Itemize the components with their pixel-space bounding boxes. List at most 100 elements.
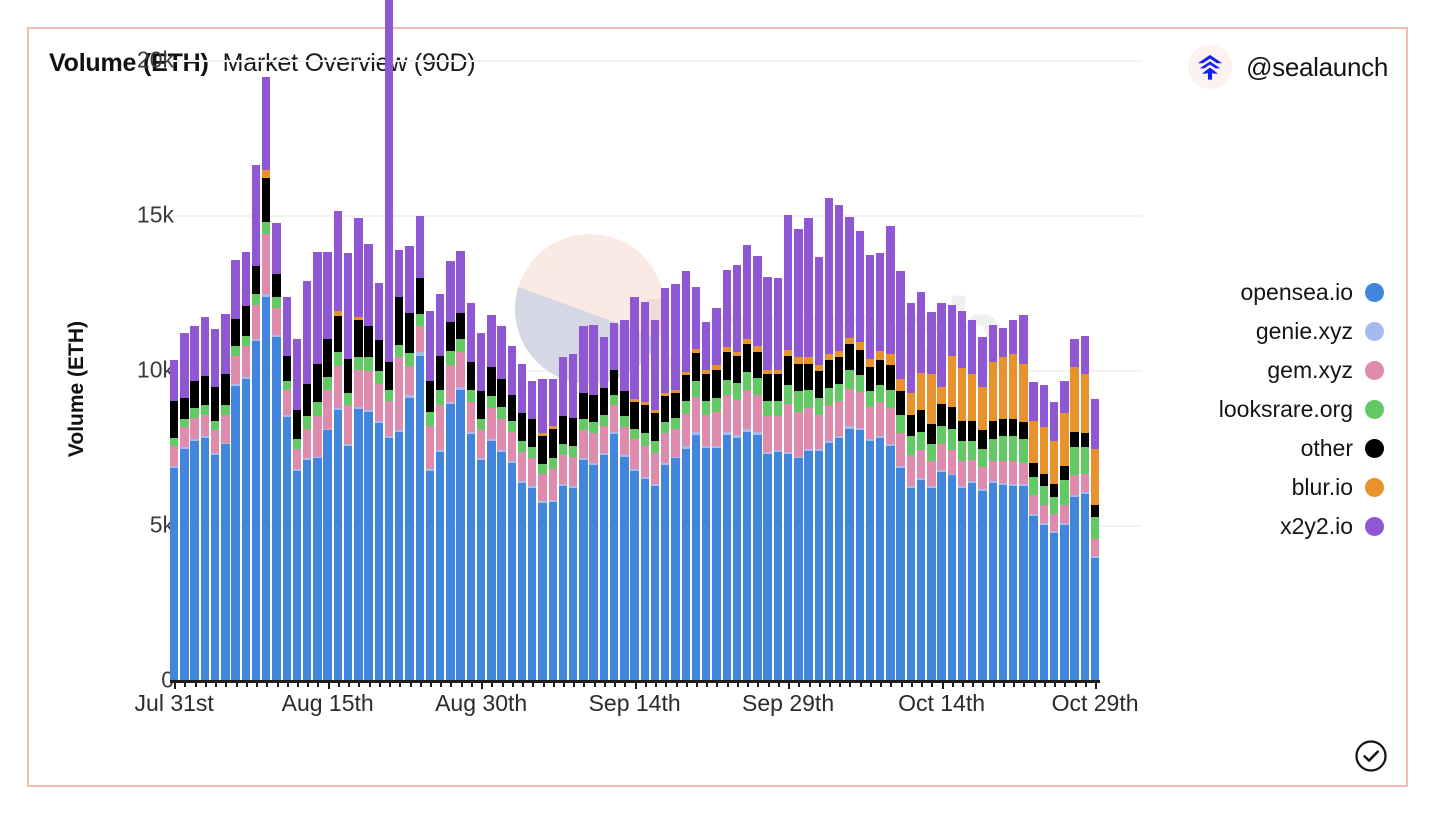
chart-bar[interactable] (487, 315, 496, 680)
chart-bar[interactable] (927, 312, 936, 680)
chart-bar[interactable] (221, 313, 230, 680)
chart-bar[interactable] (763, 276, 772, 680)
chart-bar[interactable] (569, 354, 578, 680)
chart-bar[interactable] (333, 210, 343, 680)
chart-bar[interactable] (681, 271, 690, 680)
chart-bar[interactable] (231, 259, 240, 680)
chart-bar[interactable] (507, 346, 517, 680)
chart-bar[interactable] (466, 303, 476, 680)
chart-bar[interactable] (855, 230, 864, 680)
chart-bar[interactable] (650, 320, 660, 680)
chart-bar[interactable] (323, 251, 332, 680)
bar-segment-genie-xyz (722, 432, 731, 436)
chart-bar[interactable] (343, 253, 353, 680)
chart-bar[interactable] (456, 250, 465, 680)
chart-bar[interactable] (998, 327, 1008, 680)
chart-bar[interactable] (1070, 338, 1079, 680)
legend-item-x2y2-io[interactable]: x2y2.io (1154, 507, 1384, 546)
chart-bar[interactable] (875, 253, 885, 680)
chart-bar[interactable] (845, 216, 854, 680)
chart-bar[interactable] (251, 165, 261, 680)
chart-bar[interactable] (210, 329, 220, 680)
chart-bar[interactable] (180, 332, 189, 680)
chart-bar[interactable] (558, 357, 568, 680)
chart-bar[interactable] (947, 304, 956, 680)
chart-bar[interactable] (1029, 382, 1038, 680)
chart-bar[interactable] (937, 303, 946, 680)
chart-bar[interactable] (824, 197, 834, 680)
chart-bar[interactable] (691, 286, 701, 680)
chart-bar[interactable] (374, 282, 383, 680)
chart-bar[interactable] (671, 284, 680, 680)
chart-bar[interactable] (282, 296, 291, 680)
chart-bar[interactable] (272, 223, 281, 680)
chart-bar[interactable] (783, 214, 793, 680)
chart-bar[interactable] (835, 205, 844, 680)
chart-bar[interactable] (661, 287, 670, 680)
legend-item-gem-xyz[interactable]: gem.xyz (1154, 351, 1384, 390)
chart-bar[interactable] (804, 217, 813, 680)
chart-bar[interactable] (446, 261, 455, 680)
chart-bar[interactable] (497, 326, 506, 680)
chart-bar[interactable] (773, 278, 783, 680)
chart-bar[interactable] (742, 244, 752, 680)
bar-segment-looksrare-org (1080, 447, 1089, 474)
chart-bar[interactable] (1090, 399, 1100, 680)
chart-bar[interactable] (968, 320, 977, 680)
chart-bar[interactable] (732, 264, 742, 680)
chart-bar[interactable] (906, 303, 916, 680)
chart-bar[interactable] (292, 338, 302, 680)
chart-bar[interactable] (1060, 380, 1069, 680)
legend-item-genie-xyz[interactable]: genie.xyz (1154, 312, 1384, 351)
chart-bar[interactable] (640, 301, 650, 680)
chart-bar[interactable] (538, 379, 547, 680)
chart-bar[interactable] (1080, 335, 1089, 680)
chart-bar[interactable] (814, 256, 823, 680)
chart-bar[interactable] (528, 380, 537, 680)
chart-bar[interactable] (436, 293, 445, 680)
legend-item-blur-io[interactable]: blur.io (1154, 468, 1384, 507)
chart-bar[interactable] (1039, 385, 1049, 680)
chart-bar[interactable] (354, 217, 363, 680)
chart-bar[interactable] (1019, 315, 1028, 680)
chart-bar[interactable] (1008, 320, 1018, 680)
chart-bar[interactable] (865, 255, 875, 680)
chart-bar[interactable] (262, 77, 271, 680)
chart-bar[interactable] (916, 292, 926, 680)
chart-bar[interactable] (579, 326, 588, 680)
chart-bar[interactable] (170, 360, 179, 680)
chart-bar[interactable] (886, 225, 895, 680)
chart-bar[interactable] (405, 246, 414, 680)
chart-bar[interactable] (702, 321, 711, 680)
chart-bar[interactable] (609, 323, 619, 680)
chart-bar[interactable] (957, 310, 967, 680)
chart-bar[interactable] (425, 310, 435, 680)
legend-item-opensea-io[interactable]: opensea.io (1154, 273, 1384, 312)
chart-bar[interactable] (630, 296, 639, 680)
chart-bar[interactable] (548, 379, 557, 680)
chart-bar[interactable] (313, 251, 322, 680)
chart-bar[interactable] (722, 269, 731, 680)
chart-bar[interactable] (1049, 402, 1059, 680)
chart-bar[interactable] (712, 307, 721, 680)
chart-bar[interactable] (896, 270, 905, 680)
chart-bar[interactable] (241, 251, 250, 680)
chart-bar[interactable] (476, 332, 486, 680)
legend-item-looksrare-org[interactable]: looksrare.org (1154, 390, 1384, 429)
legend-item-other[interactable]: other (1154, 429, 1384, 468)
chart-bar[interactable] (303, 281, 312, 680)
chart-bar[interactable] (384, 0, 394, 680)
chart-bar[interactable] (753, 255, 762, 680)
chart-bar[interactable] (620, 320, 629, 680)
chart-bar[interactable] (589, 324, 598, 680)
chart-bar[interactable] (794, 228, 803, 680)
chart-bar[interactable] (200, 317, 210, 680)
chart-bar[interactable] (364, 244, 373, 680)
chart-bar[interactable] (988, 324, 997, 680)
chart-bar[interactable] (978, 337, 987, 680)
chart-bar[interactable] (190, 326, 199, 680)
chart-bar[interactable] (517, 363, 527, 680)
chart-bar[interactable] (395, 250, 404, 680)
chart-bar[interactable] (415, 215, 424, 680)
chart-bar[interactable] (599, 337, 609, 680)
